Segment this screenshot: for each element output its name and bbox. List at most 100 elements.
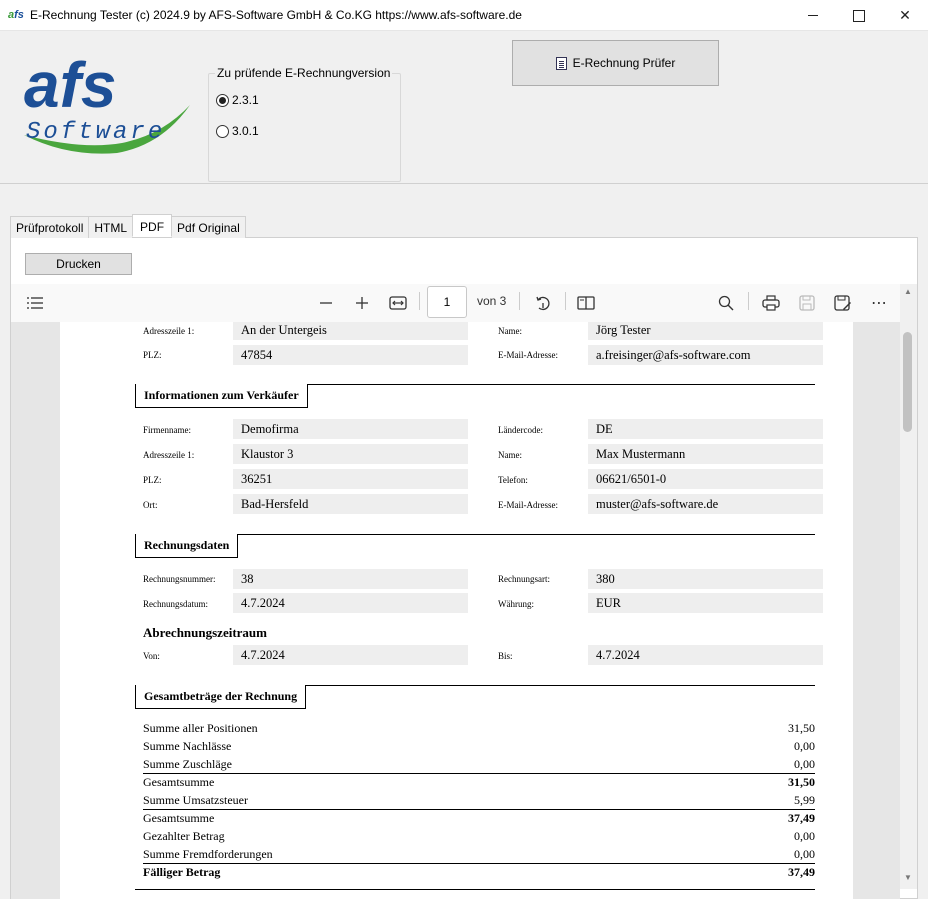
field-label: Adresszeile 1:	[143, 326, 195, 336]
field-value: An der Untergeis	[233, 322, 468, 340]
zoom-in-icon[interactable]	[350, 284, 374, 322]
field-label: Von:	[143, 651, 160, 661]
total-divider	[135, 889, 815, 890]
save-icon-disabled	[795, 284, 819, 322]
field-label: Rechnungsart:	[498, 574, 550, 584]
zoom-out-icon[interactable]	[314, 284, 338, 322]
field-value: DE	[588, 419, 823, 439]
window-title: E-Rechnung Tester (c) 2024.9 by AFS-Soft…	[30, 8, 522, 22]
field-value: 06621/6501-0	[588, 469, 823, 489]
total-row: Summe Nachlässe 0,00	[143, 737, 815, 755]
radio-selected-icon	[216, 93, 229, 107]
afs-logo: afs Software	[24, 49, 190, 154]
total-label: Summe Umsatzsteuer	[143, 793, 248, 807]
page-count-label: von 3	[477, 294, 507, 308]
scrollbar-thumb[interactable]	[903, 332, 912, 432]
field-label: PLZ:	[143, 475, 162, 485]
field-label: E-Mail-Adresse:	[498, 500, 558, 510]
field-value: EUR	[588, 593, 823, 613]
field-label: Name:	[498, 326, 522, 336]
total-label: Gesamtsumme	[143, 775, 215, 789]
total-label: Summe Zuschläge	[143, 757, 232, 771]
scroll-down-arrow-icon[interactable]: ▼	[904, 873, 912, 882]
total-label: Summe Fremdforderungen	[143, 847, 273, 861]
pruefer-button-label: E-Rechnung Prüfer	[572, 56, 676, 70]
field-value: 4.7.2024	[233, 645, 468, 665]
minimize-button[interactable]	[790, 0, 836, 31]
logo-sub-text: Software	[26, 119, 165, 146]
fit-width-icon[interactable]	[386, 284, 410, 322]
toolbar-divider	[565, 292, 566, 310]
total-row: Gesamtsumme 37,49	[143, 809, 815, 827]
total-value: 37,49	[788, 811, 815, 825]
tab-pdf-original[interactable]: Pdf Original	[171, 216, 246, 238]
page-number-input[interactable]: 1	[427, 286, 467, 318]
field-value: 47854	[233, 345, 468, 365]
e-rechnung-pruefer-button[interactable]: E-Rechnung Prüfer	[512, 40, 719, 86]
field-value: a.freisinger@afs-software.com	[588, 345, 823, 365]
field-value: 4.7.2024	[233, 593, 468, 613]
toolbar-divider	[519, 292, 520, 310]
field-value: muster@afs-software.de	[588, 494, 823, 514]
field-value: Klaustor 3	[233, 444, 468, 464]
radio-label: 2.3.1	[232, 93, 259, 107]
header-panel: afs Software Zu prüfende E-Rechnungversi…	[0, 31, 928, 184]
total-row: Summe Umsatzsteuer 5,99	[143, 791, 815, 809]
total-value: 0,00	[794, 739, 815, 753]
section-heading-invoice: Rechnungsdaten	[135, 534, 239, 558]
title-bar: afs E-Rechnung Tester (c) 2024.9 by AFS-…	[0, 0, 928, 31]
tab-bar: Prüfprotokoll HTML PDF Pdf Original	[10, 214, 246, 238]
maximize-button[interactable]	[836, 0, 882, 31]
field-value: Max Mustermann	[588, 444, 823, 464]
field-label: Währung:	[498, 599, 534, 609]
field-value: Bad-Hersfeld	[233, 494, 468, 514]
total-label: Summe Nachlässe	[143, 739, 232, 753]
total-label: Gezahlter Betrag	[143, 829, 225, 843]
radio-version-301[interactable]: 3.0.1	[216, 124, 259, 138]
field-label: Name:	[498, 450, 522, 460]
total-row-due: Fälliger Betrag 37,49	[143, 863, 815, 881]
print-icon[interactable]	[759, 284, 783, 322]
pdf-viewer[interactable]: Adresszeile 1: An der Untergeis Name: Jö…	[11, 322, 900, 899]
total-value: 5,99	[794, 793, 815, 807]
tab-pruefprotokoll[interactable]: Prüfprotokoll	[10, 216, 90, 238]
radio-unselected-icon	[216, 124, 229, 138]
tab-html[interactable]: HTML	[88, 216, 134, 238]
field-label: PLZ:	[143, 350, 162, 360]
rotate-icon[interactable]	[531, 284, 555, 322]
pdf-page: Adresszeile 1: An der Untergeis Name: Jö…	[60, 322, 853, 899]
total-label: Gesamtsumme	[143, 811, 215, 825]
section-heading-seller: Informationen zum Verkäufer	[135, 384, 308, 408]
radio-version-231[interactable]: 2.3.1	[216, 93, 259, 107]
total-value: 37,49	[788, 865, 815, 879]
field-value: 380	[588, 569, 823, 589]
tab-pdf[interactable]: PDF	[132, 214, 173, 237]
field-value: 4.7.2024	[588, 645, 823, 665]
version-group-title: Zu prüfende E-Rechnungversion	[215, 66, 393, 80]
field-label: Rechnungsnummer:	[143, 574, 216, 584]
scroll-up-arrow-icon[interactable]: ▲	[904, 287, 912, 296]
search-icon[interactable]	[714, 284, 738, 322]
field-value: 36251	[233, 469, 468, 489]
total-label: Summe aller Positionen	[143, 721, 258, 735]
total-row: Gezahlter Betrag 0,00	[143, 827, 815, 845]
field-label: Rechnungsdatum:	[143, 599, 208, 609]
app-icon: afs	[8, 9, 24, 21]
field-label: Ort:	[143, 500, 158, 510]
field-label: Telefon:	[498, 475, 528, 485]
more-options-icon[interactable]: ⋯	[867, 284, 891, 322]
toolbar-divider	[419, 292, 420, 310]
page-view-icon[interactable]	[574, 284, 598, 322]
field-label: Bis:	[498, 651, 513, 661]
contents-list-icon[interactable]	[23, 284, 47, 322]
total-value: 0,00	[794, 829, 815, 843]
field-label: Ländercode:	[498, 425, 543, 435]
save-as-icon[interactable]	[831, 284, 855, 322]
close-button[interactable]: ✕	[882, 0, 928, 31]
field-label: E-Mail-Adresse:	[498, 350, 558, 360]
total-row: Summe aller Positionen 31,50	[143, 719, 815, 737]
drucken-button[interactable]: Drucken	[25, 253, 132, 275]
total-row: Summe Zuschläge 0,00	[143, 755, 815, 773]
total-row: Summe Fremdforderungen 0,00	[143, 845, 815, 863]
total-value: 0,00	[794, 847, 815, 861]
